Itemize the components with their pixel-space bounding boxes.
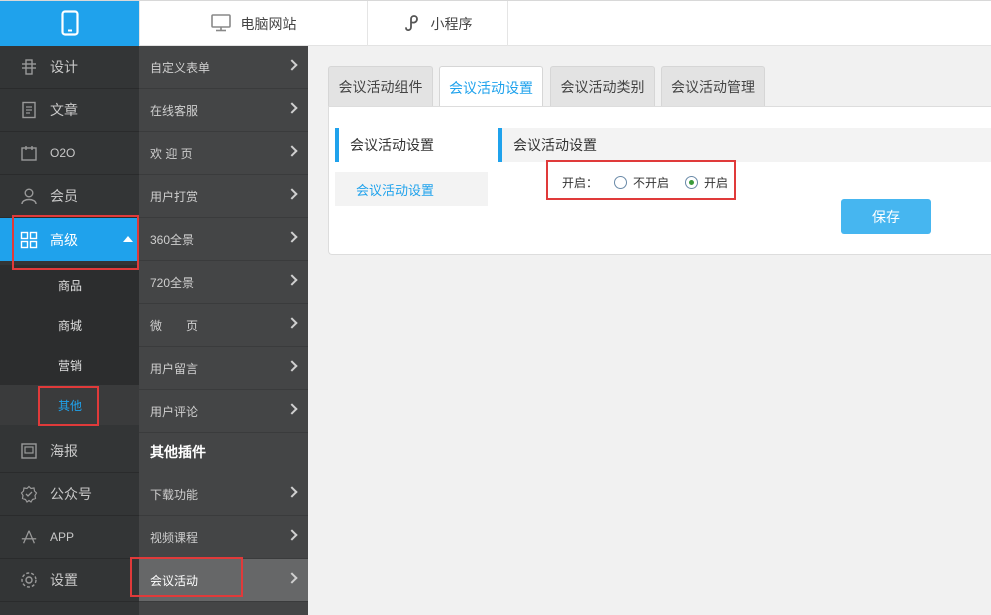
plugin-item-720-panorama[interactable]: 720全景 (139, 261, 308, 304)
plugin-item-360-panorama[interactable]: 360全景 (139, 218, 308, 261)
tab-pc-website-label: 电脑网站 (240, 16, 297, 32)
sidebar-item-advanced[interactable]: 高级 (0, 218, 139, 261)
plugin-item-user-comment[interactable]: 用户评论 (139, 390, 308, 433)
radio-checked-icon (685, 176, 699, 189)
sidebar-item-poster[interactable]: 海报 (0, 430, 139, 473)
mini-program-icon (403, 14, 421, 35)
tab-mini-program-label: 小程序 (430, 16, 473, 32)
plugin-item-online-service[interactable]: 在线客服 (139, 89, 308, 132)
plugin-item-label: 视频课程 (150, 530, 199, 545)
monitor-icon (210, 13, 231, 35)
plugin-item-micro-page[interactable]: 微 页 (139, 304, 308, 347)
sidebar-item-article[interactable]: 文章 (0, 89, 139, 132)
sidebar-item-label: 文章 (50, 102, 78, 118)
chevron-right-icon (286, 360, 298, 372)
chevron-right-icon (286, 102, 298, 114)
leftnav-title: 会议活动设置 (335, 128, 488, 162)
sidebar-subitem-other[interactable]: 其他 (0, 385, 139, 425)
grid-icon (20, 231, 38, 249)
chevron-right-icon (286, 403, 298, 415)
main-content: 会议活动组件 会议活动设置 会议活动类别 会议活动管理 会议活动设置 会议活动设… (308, 46, 991, 615)
plugin-item-label: 用户留言 (150, 361, 199, 376)
plugin-item-video-course[interactable]: 视频课程 (139, 516, 308, 559)
top-bar: 电脑网站 小程序 (0, 0, 991, 47)
sidebar-item-o2o[interactable]: O2O (0, 132, 139, 175)
sidebar-subitem-goods[interactable]: 商品 (0, 265, 139, 305)
plugin-item-download[interactable]: 下载功能 (139, 473, 308, 516)
chevron-right-icon (286, 572, 298, 584)
sidebar-item-label: 设置 (50, 572, 78, 588)
plugin-item-label: 自定义表单 (150, 60, 211, 75)
secondary-sidebar: 自定义表单 在线客服 欢 迎 页 用户打赏 360全景 720全景 微 页 用户… (139, 46, 308, 615)
plugin-item-label: 欢 迎 页 (150, 146, 193, 161)
primary-sidebar: 设计 文章 O2O 会员 高级 商品 商城 营销 其他 海报 公众号 APP 设… (0, 46, 139, 615)
caret-up-icon (123, 236, 133, 242)
enable-field-label: 开启： (562, 176, 599, 190)
chevron-right-icon (286, 486, 298, 498)
sidebar-item-label: 公众号 (50, 486, 92, 502)
chevron-right-icon (286, 231, 298, 243)
plugin-item-user-reward[interactable]: 用户打赏 (139, 175, 308, 218)
enable-field-row: 开启： 不开启 开启 (562, 174, 728, 191)
member-icon (20, 187, 38, 205)
section-title: 会议活动设置 (498, 128, 991, 162)
design-icon (20, 58, 38, 76)
sidebar-item-design[interactable]: 设计 (0, 46, 139, 89)
save-button[interactable]: 保存 (841, 199, 931, 234)
radio-circle-icon (614, 176, 628, 189)
article-icon (20, 101, 38, 119)
plugin-item-custom-form[interactable]: 自定义表单 (139, 46, 308, 89)
chevron-right-icon (286, 317, 298, 329)
plugin-item-label: 微 页 (150, 318, 199, 333)
settings-panel: 会议活动设置 会议活动设置 会议活动设置 开启： 不开启 开启 保存 (328, 106, 991, 255)
plugin-item-label: 用户打赏 (150, 189, 199, 204)
sidebar-item-member[interactable]: 会员 (0, 175, 139, 218)
plugin-item-label: 720全景 (150, 275, 195, 290)
chevron-right-icon (286, 145, 298, 157)
sidebar-subitem-marketing[interactable]: 营销 (0, 345, 139, 385)
plugin-item-welcome-page[interactable]: 欢 迎 页 (139, 132, 308, 175)
chevron-right-icon (286, 59, 298, 71)
tab-mini-program[interactable]: 小程序 (368, 1, 508, 47)
tab-pc-website[interactable]: 电脑网站 (139, 1, 368, 47)
sidebar-item-label: APP (50, 530, 75, 544)
plugin-item-label: 下载功能 (150, 487, 199, 502)
sidebar-item-settings[interactable]: 设置 (0, 559, 139, 602)
chevron-right-icon (286, 529, 298, 541)
plugin-item-label: 在线客服 (150, 103, 199, 118)
tab-conference-category[interactable]: 会议活动类别 (550, 66, 655, 107)
chevron-right-icon (286, 274, 298, 286)
plugin-item-user-message[interactable]: 用户留言 (139, 347, 308, 390)
sidebar-subitem-mall[interactable]: 商城 (0, 305, 139, 345)
mobile-phone-icon (60, 9, 79, 39)
chevron-right-icon (286, 188, 298, 200)
poster-icon (20, 442, 38, 460)
plugin-item-label: 360全景 (150, 232, 195, 247)
sidebar-item-label: 会员 (50, 188, 78, 204)
sidebar-item-app[interactable]: APP (0, 516, 139, 559)
sidebar-item-label: 设计 (50, 59, 78, 75)
o2o-icon (20, 144, 38, 162)
sidebar-item-official-account[interactable]: 公众号 (0, 473, 139, 516)
plugin-section-title: 其他插件 (150, 443, 206, 460)
leftnav-item-conference-settings[interactable]: 会议活动设置 (335, 172, 488, 206)
official-account-icon (20, 485, 38, 503)
sidebar-item-label: O2O (50, 146, 76, 160)
plugin-item-label: 会议活动 (150, 573, 199, 588)
sidebar-item-label: 海报 (50, 443, 78, 459)
sidebar-item-label: 高级 (50, 231, 78, 248)
radio-enable[interactable]: 开启 (685, 174, 728, 191)
radio-enable-label: 开启 (704, 176, 729, 190)
tab-conference-component[interactable]: 会议活动组件 (328, 66, 433, 107)
tab-conference-management[interactable]: 会议活动管理 (661, 66, 765, 107)
mobile-device-button[interactable] (0, 1, 139, 47)
gear-icon (20, 571, 38, 589)
radio-disable-label: 不开启 (633, 176, 670, 190)
tab-conference-settings[interactable]: 会议活动设置 (439, 66, 543, 108)
radio-disable[interactable]: 不开启 (614, 174, 669, 191)
plugin-item-label: 用户评论 (150, 404, 199, 419)
app-icon (20, 528, 38, 546)
plugin-item-conference[interactable]: 会议活动 (139, 559, 308, 602)
app-root: 电脑网站 小程序 设计 文章 O2O 会员 高级 商品 商城 营销 其他 海报 … (0, 0, 991, 615)
